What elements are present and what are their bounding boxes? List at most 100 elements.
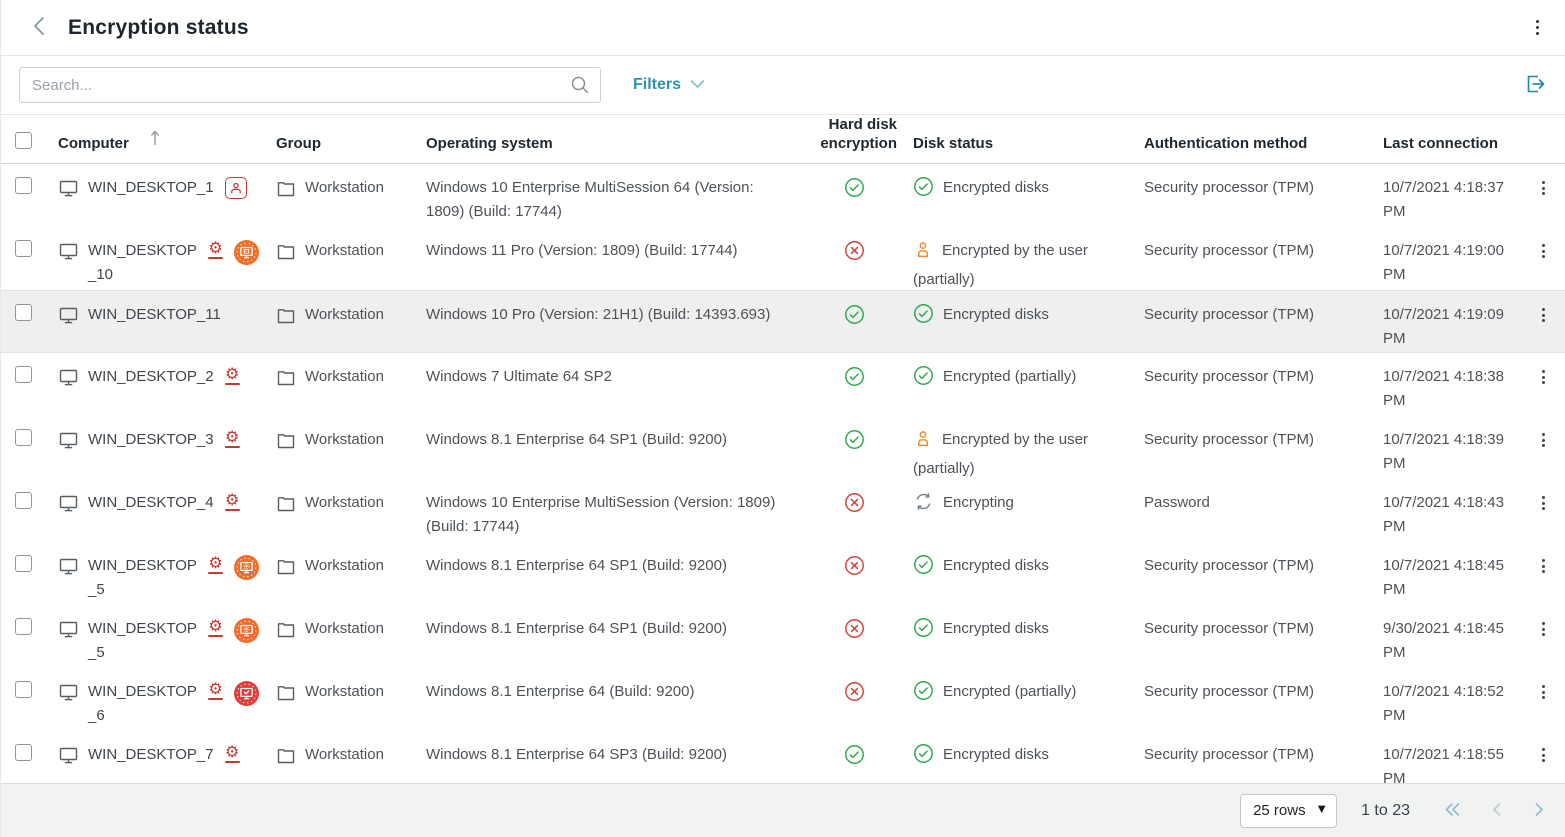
check-circle-icon <box>913 176 934 205</box>
authentication-method-cell: Security processor (TPM) <box>1130 416 1370 481</box>
first-page-button[interactable] <box>1440 798 1465 824</box>
computer-cell: WIN_DESKTOP_3 ⚙ <box>41 416 263 481</box>
chevron-right-icon <box>1532 801 1546 821</box>
column-header-computer[interactable]: Computer <box>41 129 263 163</box>
operating-system-cell: Windows 10 Enterprise MultiSession (Vers… <box>413 479 808 542</box>
row-checkbox-cell <box>1 605 41 668</box>
search-button[interactable] <box>569 74 591 99</box>
row-checkbox[interactable] <box>15 177 32 194</box>
last-connection-cell: 10/7/2021 4:18:45 PM <box>1370 542 1520 605</box>
group-cell: Workstation <box>263 353 413 416</box>
check-circle-icon <box>913 680 934 709</box>
column-header-group[interactable]: Group <box>263 134 413 163</box>
hard-disk-encryption-cell <box>808 542 900 605</box>
next-page-button[interactable] <box>1529 798 1549 824</box>
column-header-authentication-method[interactable]: Authentication method <box>1130 134 1370 163</box>
last-connection-cell: 10/7/2021 4:18:37 PM <box>1370 164 1520 227</box>
row-menu-button[interactable] <box>1534 681 1553 703</box>
table-row[interactable]: WIN_DESKTOP_2⚙WorkstationWindows 7 Ultim… <box>1 353 1565 416</box>
row-checkbox[interactable] <box>15 618 32 635</box>
table-row[interactable]: WIN_DESKTOP_10⚙WorkstationWindows 11 Pro… <box>1 227 1565 290</box>
kebab-icon <box>1542 370 1545 373</box>
check-circle-icon <box>913 365 934 394</box>
authentication-method-cell: Security processor (TPM) <box>1130 291 1370 352</box>
table-row[interactable]: WIN_DESKTOP_6⚙WorkstationWindows 8.1 Ent… <box>1 668 1565 731</box>
operating-system-cell: Windows 8.1 Enterprise 64 SP1 (Build: 92… <box>413 542 808 605</box>
hard-disk-encryption-cell <box>808 605 900 668</box>
row-checkbox[interactable] <box>15 681 32 698</box>
computer-name: WIN_DESKTOP_4 <box>88 491 214 515</box>
authentication-method-cell: Security processor (TPM) <box>1130 668 1370 731</box>
column-header-last-connection[interactable]: Last connection <box>1370 134 1520 163</box>
row-menu-button[interactable] <box>1534 429 1553 451</box>
encryption-fail-icon <box>844 555 865 584</box>
column-header-hard-disk-encryption[interactable]: Hard disk encryption <box>808 115 900 163</box>
table-row[interactable]: WIN_DESKTOP_5⚙WorkstationWindows 8.1 Ent… <box>1 542 1565 605</box>
group-name: Workstation <box>305 743 384 767</box>
computer-monitor-icon <box>58 557 79 576</box>
row-menu-button[interactable] <box>1534 304 1553 326</box>
filters-button[interactable]: Filters <box>633 76 705 94</box>
gear-update-pending-icon: ⚙ <box>208 554 223 574</box>
check-circle-icon <box>913 554 934 583</box>
authentication-method-cell: Security processor (TPM) <box>1130 164 1370 227</box>
computer-name: WIN_DESKTOP_2 <box>88 365 214 389</box>
kebab-icon <box>1542 559 1545 562</box>
kebab-icon <box>1542 685 1545 688</box>
last-connection-cell: 10/7/2021 4:18:43 PM <box>1370 479 1520 542</box>
search-input[interactable] <box>19 67 601 103</box>
table-row[interactable]: WIN_DESKTOP_5⚙WorkstationWindows 8.1 Ent… <box>1 605 1565 668</box>
row-menu-cell <box>1520 164 1565 227</box>
group-name: Workstation <box>305 239 384 263</box>
check-circle-icon <box>913 743 934 772</box>
row-checkbox[interactable] <box>15 492 32 509</box>
folder-icon <box>276 369 296 386</box>
folder-icon <box>276 684 296 701</box>
encryption-ok-icon <box>844 744 865 773</box>
computer-monitor-icon <box>58 620 79 639</box>
column-header-disk-status[interactable]: Disk status <box>900 134 1130 163</box>
export-button[interactable] <box>1519 68 1551 103</box>
computer-monitor-icon <box>58 306 79 325</box>
row-menu-cell <box>1520 416 1565 481</box>
computer-name: WIN_DESKTOP_3 <box>88 428 214 452</box>
disk-status-label: Encrypted disks <box>943 557 1049 574</box>
row-checkbox[interactable] <box>15 744 32 761</box>
last-connection-cell: 10/7/2021 4:19:00 PM <box>1370 227 1520 292</box>
row-menu-button[interactable] <box>1534 618 1553 640</box>
table-row[interactable]: WIN_DESKTOP_4⚙WorkstationWindows 10 Ente… <box>1 479 1565 542</box>
page-title: Encryption status <box>68 16 249 40</box>
row-checkbox[interactable] <box>15 366 32 383</box>
row-menu-button[interactable] <box>1534 555 1553 577</box>
computer-name: WIN_DESKTOP_5 <box>88 617 197 665</box>
encrypting-spinner-icon <box>913 491 934 520</box>
row-menu-button[interactable] <box>1534 177 1553 199</box>
table-row[interactable]: WIN_DESKTOP_1WorkstationWindows 10 Enter… <box>1 164 1565 227</box>
row-menu-button[interactable] <box>1534 744 1553 766</box>
back-button[interactable] <box>29 13 50 42</box>
group-name: Workstation <box>305 176 384 200</box>
authentication-method-cell: Security processor (TPM) <box>1130 353 1370 416</box>
page-menu-button[interactable] <box>1528 16 1548 40</box>
gear-update-pending-icon: ⚙ <box>225 428 240 448</box>
table-row[interactable]: WIN_DESKTOP_11WorkstationWindows 10 Pro … <box>1 290 1565 353</box>
title-bar: Encryption status <box>1 0 1565 56</box>
row-checkbox[interactable] <box>15 304 32 321</box>
column-header-os[interactable]: Operating system <box>413 134 808 163</box>
group-cell: Workstation <box>263 605 413 668</box>
row-menu-button[interactable] <box>1534 366 1553 388</box>
row-checkbox[interactable] <box>15 429 32 446</box>
row-checkbox[interactable] <box>15 555 32 572</box>
last-connection-cell: 10/7/2021 4:18:52 PM <box>1370 668 1520 731</box>
disk-status-label: Encrypted by the user (partially) <box>913 431 1088 477</box>
last-connection-cell: 10/7/2021 4:19:09 PM <box>1370 291 1520 352</box>
row-menu-button[interactable] <box>1534 492 1553 514</box>
page-size-select[interactable]: 25 rows <box>1240 794 1337 828</box>
table-row[interactable]: WIN_DESKTOP_3⚙WorkstationWindows 8.1 Ent… <box>1 416 1565 479</box>
previous-page-button[interactable] <box>1487 798 1507 824</box>
row-checkbox[interactable] <box>15 240 32 257</box>
hard-disk-encryption-cell <box>808 668 900 731</box>
select-all-checkbox[interactable] <box>15 132 32 149</box>
row-menu-cell <box>1520 542 1565 605</box>
row-menu-button[interactable] <box>1534 240 1553 262</box>
